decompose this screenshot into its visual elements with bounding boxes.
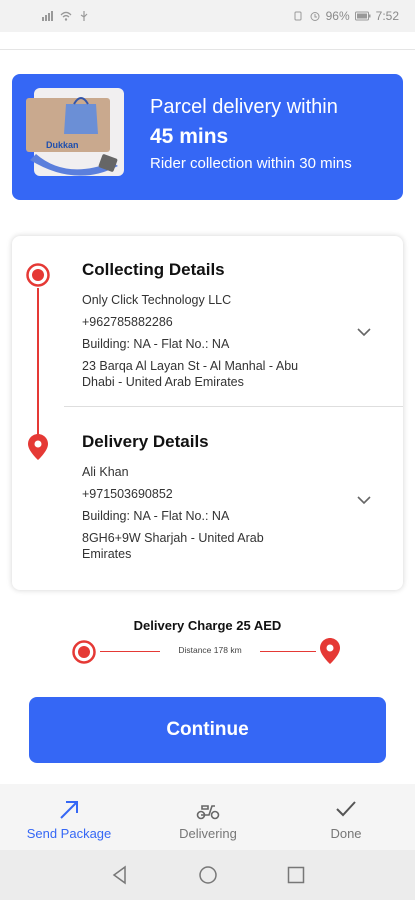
continue-button[interactable]: Continue: [29, 697, 386, 763]
scooter-icon: [196, 805, 220, 820]
recents-icon[interactable]: [286, 865, 306, 885]
tab-label: Send Package: [26, 826, 112, 841]
collecting-name: Only Click Technology LLC: [82, 293, 232, 307]
pickup-target-icon: [72, 640, 96, 664]
signal-icon: [42, 11, 53, 21]
delivery-address: 8GH6+9W Sharjah - United Arab Emirates: [82, 531, 264, 561]
dropoff-pin-icon: [320, 638, 340, 664]
section-divider: [64, 406, 403, 407]
arrow-up-right-icon: [60, 801, 78, 819]
main-content: Dukkan Parcel delivery within 45 mins Ri…: [0, 32, 415, 784]
status-right: 96% 7:52: [292, 9, 399, 23]
banner-text: Parcel delivery within 45 mins Rider col…: [150, 96, 352, 172]
collecting-phone: +962785882286: [82, 315, 173, 329]
distance-line-left: [100, 651, 160, 652]
collecting-building: Building: NA - Flat No.: NA: [82, 337, 230, 351]
alarm-icon: [310, 12, 320, 21]
system-nav-bar: [0, 850, 415, 900]
wifi-icon: [60, 11, 72, 21]
banner-line-1: Parcel delivery within: [150, 96, 338, 118]
banner-rider-collection: Rider collection within 30 mins: [150, 155, 352, 172]
usb-icon: [80, 11, 88, 21]
battery-icon: [354, 11, 371, 21]
chevron-down-icon[interactable]: [357, 496, 371, 505]
collecting-title: Collecting Details: [82, 260, 225, 279]
delivery-charge: Delivery Charge 25 AED: [133, 618, 282, 633]
tab-delivering[interactable]: Delivering: [148, 798, 268, 841]
delivery-phone: +971503690852: [82, 487, 173, 501]
tab-done[interactable]: Done: [286, 798, 406, 841]
dukkan-logo-text: Dukkan: [46, 140, 79, 150]
pickup-target-icon: [26, 263, 50, 287]
delivery-details-section[interactable]: Delivery Details Ali Khan +971503690852 …: [82, 432, 382, 562]
tab-label: Delivering: [179, 826, 237, 841]
distance-label: Distance 178 km: [178, 645, 242, 655]
collecting-details-section[interactable]: Collecting Details Only Click Technology…: [82, 260, 382, 390]
home-icon[interactable]: [198, 865, 218, 885]
tab-label: Done: [330, 826, 362, 841]
vibrate-icon: [294, 11, 302, 21]
parcel-hand-illustration: Dukkan: [26, 88, 124, 176]
checkmark-icon: [336, 801, 356, 817]
chevron-down-icon[interactable]: [357, 328, 371, 337]
battery-percent: 96%: [325, 9, 350, 23]
distance-line-right: [260, 651, 316, 652]
clock: 7:52: [375, 9, 399, 23]
delivery-name: Ali Khan: [82, 465, 129, 479]
route-line: [37, 288, 39, 438]
collecting-address: 23 Barqa Al Layan St - Al Manhal - Abu D…: [82, 359, 299, 389]
tab-send-package[interactable]: Send Package: [9, 798, 129, 841]
promo-banner: Dukkan Parcel delivery within 45 mins Ri…: [12, 74, 403, 200]
back-icon[interactable]: [110, 865, 130, 885]
dropoff-pin-icon: [28, 434, 48, 460]
delivery-building: Building: NA - Flat No.: NA: [82, 509, 230, 523]
status-left: [42, 11, 90, 21]
distance-row: Distance 178 km: [72, 636, 344, 666]
top-divider: [0, 44, 415, 50]
status-bar: 96% 7:52: [0, 0, 415, 32]
bottom-tab-bar: Send Package Delivering Done: [0, 784, 415, 850]
address-details-card: Collecting Details Only Click Technology…: [12, 236, 403, 590]
banner-delivery-time: 45 mins: [150, 125, 229, 148]
delivery-title: Delivery Details: [82, 432, 209, 451]
